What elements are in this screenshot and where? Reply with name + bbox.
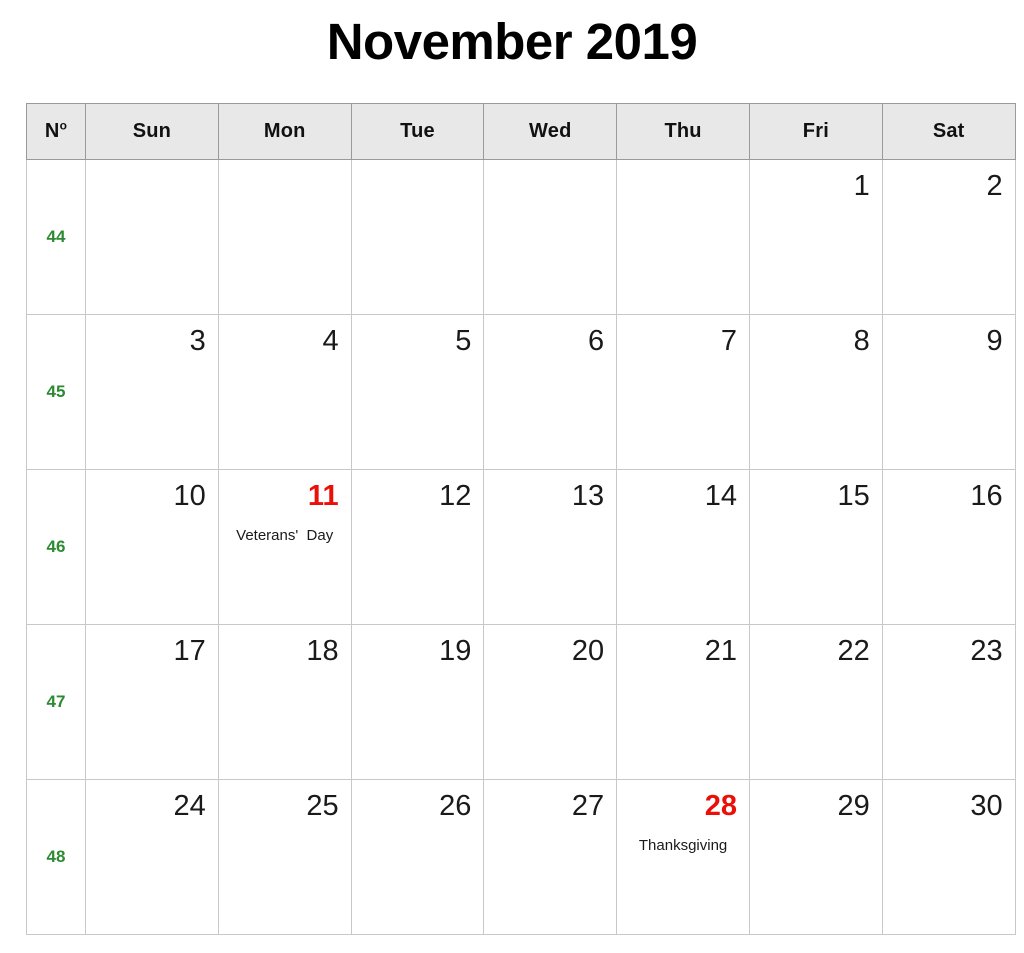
- day-cell-empty: [483, 159, 618, 315]
- week-number-cell: 46: [26, 469, 86, 625]
- day-number: 12: [439, 480, 472, 512]
- calendar-week-row: 47 17 18 19 20 21 22 23: [26, 624, 1016, 780]
- day-number: 8: [853, 325, 870, 357]
- day-number: 16: [970, 480, 1003, 512]
- day-cell[interactable]: 26: [350, 779, 485, 935]
- header-week-number: No: [26, 103, 86, 160]
- header-day-sun: Sun: [85, 103, 219, 160]
- day-number: 17: [173, 635, 206, 667]
- day-cell[interactable]: 12: [350, 469, 485, 625]
- header-day-sat: Sat: [881, 103, 1016, 160]
- day-cell-empty: [85, 159, 219, 315]
- day-cell[interactable]: 1: [748, 159, 883, 315]
- day-number: 18: [306, 635, 339, 667]
- week-number-cell: 45: [26, 314, 86, 470]
- day-cell[interactable]: 14: [616, 469, 750, 625]
- day-cell-empty: [217, 159, 352, 315]
- day-number: 3: [189, 325, 206, 357]
- day-number: 9: [986, 325, 1003, 357]
- day-number: 23: [970, 635, 1003, 667]
- day-event-label: Thanksgiving: [638, 837, 728, 854]
- day-cell[interactable]: 6: [483, 314, 618, 470]
- header-day-mon: Mon: [217, 103, 352, 160]
- day-cell[interactable]: 16: [881, 469, 1016, 625]
- header-week-number-superscript: o: [59, 118, 68, 133]
- day-cell[interactable]: 8: [748, 314, 883, 470]
- calendar-body: 44 1 2 45 3 4 5 6 7 8 9 46 10 11 Veterans' Day 12 13 14 15…: [26, 159, 1016, 935]
- day-cell[interactable]: 19: [350, 624, 485, 780]
- day-cell[interactable]: 5: [350, 314, 485, 470]
- day-cell[interactable]: 25: [217, 779, 352, 935]
- day-cell[interactable]: 10: [85, 469, 219, 625]
- weekday-header-row: No Sun Mon Tue Wed Thu Fri Sat: [26, 103, 1016, 160]
- day-number: 5: [455, 325, 472, 357]
- week-number-cell: 48: [26, 779, 86, 935]
- header-day-fri: Fri: [748, 103, 883, 160]
- calendar-week-row: 44 1 2: [26, 159, 1016, 315]
- calendar-header-row: No Sun Mon Tue Wed Thu Fri Sat: [26, 103, 1016, 160]
- day-number: 10: [173, 480, 206, 512]
- day-cell[interactable]: 30: [881, 779, 1016, 935]
- day-number: 20: [571, 635, 605, 667]
- day-cell[interactable]: 28 Thanksgiving: [616, 779, 750, 935]
- day-cell-empty: [350, 159, 485, 315]
- calendar-week-row: 48 24 25 26 27 28 Thanksgiving 29 30: [26, 779, 1016, 935]
- day-cell-empty: [616, 159, 750, 315]
- day-number: 6: [588, 325, 605, 357]
- header-week-number-label: N: [44, 120, 60, 142]
- day-cell[interactable]: 21: [616, 624, 750, 780]
- day-number: 29: [837, 790, 870, 822]
- week-number-value: 47: [46, 692, 66, 711]
- week-number-value: 48: [46, 847, 66, 866]
- day-number: 21: [704, 635, 737, 667]
- day-number: 1: [853, 170, 870, 202]
- week-number-cell: 44: [26, 159, 86, 315]
- header-day-tue: Tue: [350, 103, 485, 160]
- week-number-value: 44: [46, 227, 66, 246]
- day-cell[interactable]: 4: [217, 314, 352, 470]
- day-cell[interactable]: 3: [85, 314, 219, 470]
- page-title: November 2019: [326, 13, 698, 70]
- day-number: 24: [173, 790, 206, 822]
- day-cell[interactable]: 2: [881, 159, 1016, 315]
- day-number: 2: [986, 170, 1003, 202]
- day-number-holiday: 28: [704, 790, 737, 822]
- day-number: 19: [439, 635, 472, 667]
- day-number: 25: [306, 790, 339, 822]
- header-day-wed: Wed: [483, 103, 618, 160]
- calendar-table: No Sun Mon Tue Wed Thu Fri Sat 44 1 2 45 3 4 5…: [26, 103, 1016, 935]
- day-number: 14: [704, 480, 737, 512]
- day-number: 22: [837, 635, 870, 667]
- day-number: 13: [571, 480, 605, 512]
- day-cell[interactable]: 9: [881, 314, 1016, 470]
- day-cell[interactable]: 20: [483, 624, 618, 780]
- calendar-week-row: 45 3 4 5 6 7 8 9: [26, 314, 1016, 470]
- day-cell[interactable]: 7: [616, 314, 750, 470]
- day-cell[interactable]: 29: [748, 779, 883, 935]
- week-number-cell: 47: [26, 624, 86, 780]
- week-number-value: 46: [46, 537, 66, 556]
- day-number: 4: [322, 325, 339, 357]
- calendar-page: November 2019 No Sun Mon Tue Wed Thu Fri…: [0, 0, 1024, 953]
- day-cell[interactable]: 22: [748, 624, 883, 780]
- day-number: 15: [837, 480, 870, 512]
- day-number: 30: [970, 790, 1003, 822]
- day-cell[interactable]: 23: [881, 624, 1016, 780]
- day-number-holiday: 11: [307, 480, 339, 512]
- day-cell[interactable]: 24: [85, 779, 219, 935]
- day-number: 7: [720, 325, 737, 357]
- day-cell[interactable]: 13: [483, 469, 618, 625]
- day-cell[interactable]: 27: [483, 779, 618, 935]
- day-number: 26: [439, 790, 472, 822]
- header-day-thu: Thu: [616, 103, 750, 160]
- day-number: 27: [571, 790, 605, 822]
- week-number-value: 45: [46, 382, 66, 401]
- day-cell[interactable]: 15: [748, 469, 883, 625]
- day-event-label: Veterans' Day: [236, 527, 334, 544]
- calendar-week-row: 46 10 11 Veterans' Day 12 13 14 15 16: [26, 469, 1016, 625]
- day-cell[interactable]: 18: [217, 624, 352, 780]
- day-cell[interactable]: 17: [85, 624, 219, 780]
- day-cell[interactable]: 11 Veterans' Day: [217, 469, 352, 625]
